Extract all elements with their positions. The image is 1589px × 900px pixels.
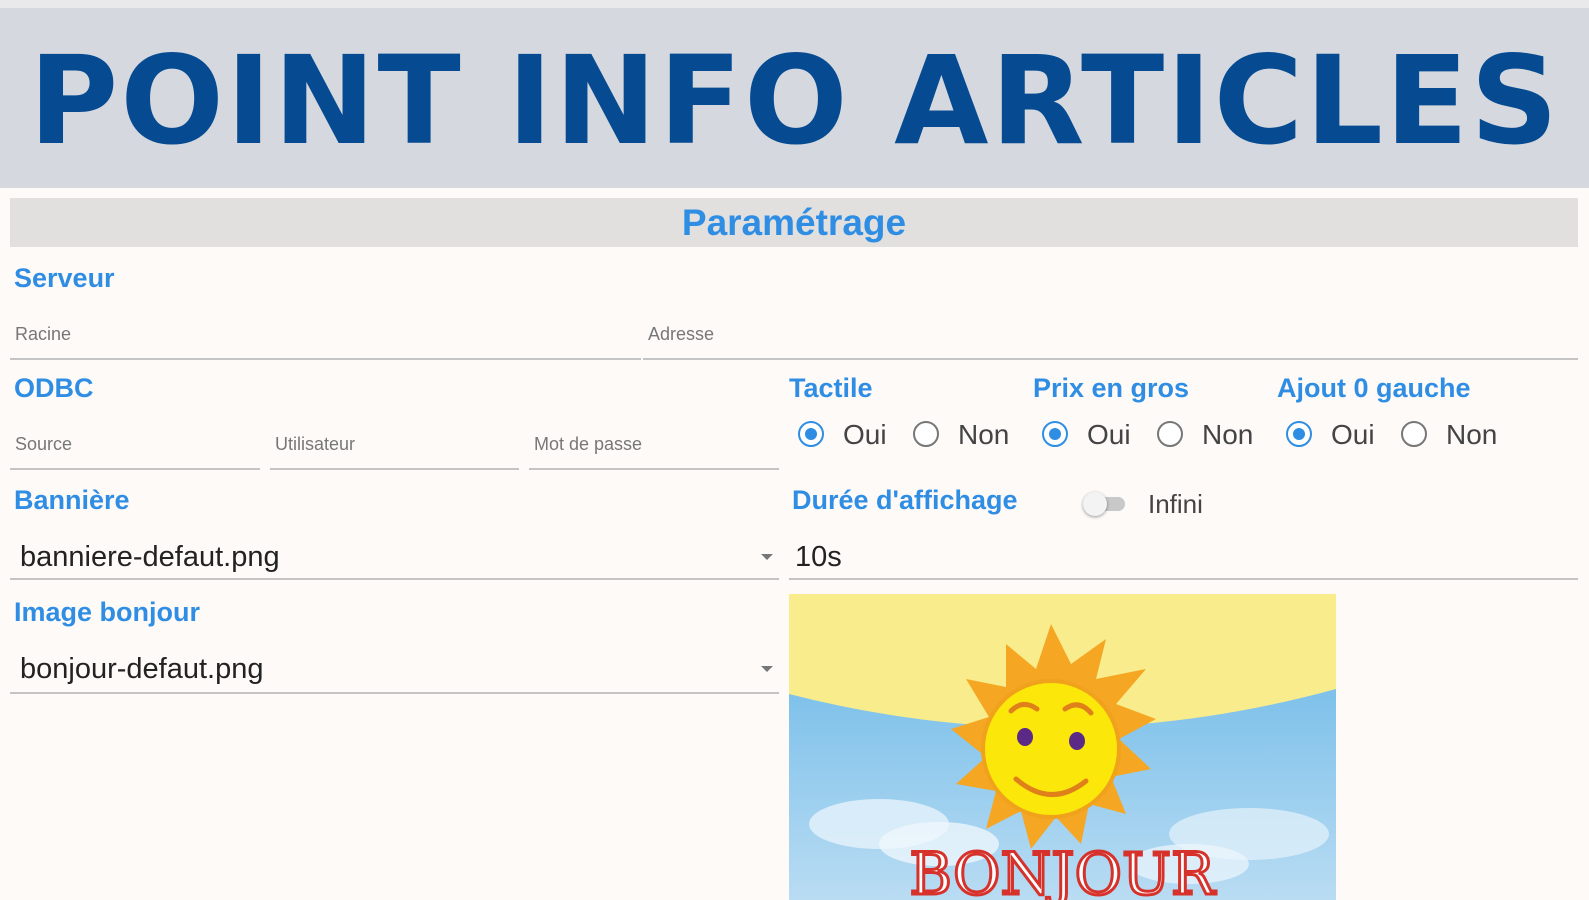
radio-checked-icon	[1286, 421, 1312, 447]
banniere-select[interactable]: banniere-defaut.png	[10, 530, 779, 580]
tactile-non-label: Non	[958, 419, 1010, 450]
ajout-0-gauche-label: Ajout 0 gauche	[1277, 373, 1471, 403]
section-title: Paramétrage	[681, 202, 907, 243]
prix-en-gros-radio-group: Oui Non	[1042, 418, 1272, 454]
ajout-0-gauche-oui-label: Oui	[1331, 419, 1375, 450]
racine-field[interactable]: Racine	[10, 310, 641, 360]
odbc-label: ODBC	[14, 373, 94, 403]
radio-unchecked-icon	[913, 421, 939, 447]
dropdown-arrow-icon	[761, 554, 773, 560]
serveur-label: Serveur	[14, 263, 115, 293]
mot-de-passe-placeholder: Mot de passe	[534, 434, 643, 454]
mot-de-passe-field[interactable]: Mot de passe	[529, 422, 779, 470]
duree-affichage-field[interactable]: 10s	[789, 530, 1578, 580]
infini-label: Infini	[1148, 489, 1203, 519]
bonjour-text: BONJOUR	[909, 840, 1217, 900]
toggle-thumb	[1083, 492, 1107, 516]
tactile-radio-group: Oui Non	[798, 418, 1028, 454]
bonjour-preview-image: BONJOUR	[789, 594, 1336, 900]
radio-checked-icon	[1042, 421, 1068, 447]
app-title: POINT INFO ARTICLES	[28, 30, 1561, 172]
ajout-0-gauche-radio-group: Oui Non	[1286, 418, 1516, 454]
banniere-selected-value: banniere-defaut.png	[20, 541, 280, 573]
utilisateur-field[interactable]: Utilisateur	[270, 422, 519, 470]
utilisateur-placeholder: Utilisateur	[275, 434, 356, 454]
duree-affichage-value: 10s	[795, 541, 842, 573]
tactile-label: Tactile	[789, 373, 873, 403]
dropdown-arrow-icon	[761, 666, 773, 672]
duree-affichage-label: Durée d'affichage	[792, 485, 1018, 515]
ajout-0-gauche-non-label: Non	[1446, 419, 1498, 450]
app-banner: POINT INFO ARTICLES	[0, 0, 1589, 188]
prix-en-gros-oui-label: Oui	[1087, 419, 1131, 450]
infini-toggle[interactable]	[1083, 490, 1127, 518]
tactile-oui-label: Oui	[843, 419, 887, 450]
section-header: Paramétrage	[10, 198, 1578, 247]
adresse-field[interactable]: Adresse	[643, 310, 1578, 360]
image-bonjour-select[interactable]: bonjour-defaut.png	[10, 642, 779, 694]
prix-en-gros-label: Prix en gros	[1033, 373, 1190, 403]
adresse-placeholder: Adresse	[648, 324, 715, 344]
image-bonjour-selected-value: bonjour-defaut.png	[20, 653, 264, 685]
sun-illustration: BONJOUR	[789, 594, 1336, 900]
radio-unchecked-icon	[1157, 421, 1183, 447]
image-bonjour-label: Image bonjour	[14, 597, 201, 627]
source-placeholder: Source	[15, 434, 73, 454]
racine-placeholder: Racine	[15, 324, 72, 344]
banniere-label: Bannière	[14, 485, 130, 515]
prix-en-gros-non-label: Non	[1202, 419, 1254, 450]
radio-unchecked-icon	[1401, 421, 1427, 447]
source-field[interactable]: Source	[10, 422, 260, 470]
radio-checked-icon	[798, 421, 824, 447]
